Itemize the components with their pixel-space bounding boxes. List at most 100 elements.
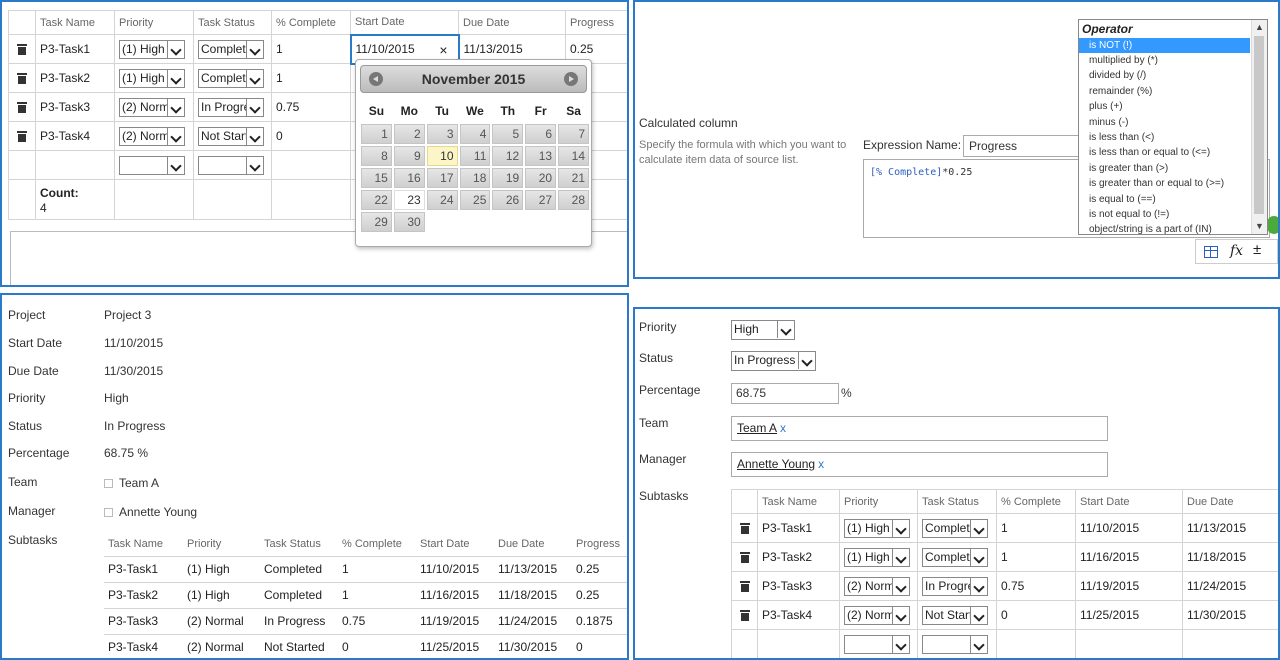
operator-dropdown[interactable]: Operator is NOT (!) multiplied by (*) di… xyxy=(1078,19,1268,235)
expression-name-input[interactable]: Progress xyxy=(963,135,1093,157)
day-cell[interactable]: 1 xyxy=(361,124,392,144)
day-cell[interactable]: 22 xyxy=(361,190,392,210)
day-cell[interactable]: 9 xyxy=(393,146,425,166)
task-name-cell[interactable]: P3-Task3 xyxy=(35,92,115,122)
due-date-cell[interactable]: 11/30/2015 xyxy=(1182,600,1278,630)
priority-select[interactable]: (1) High xyxy=(844,547,910,567)
day-cell[interactable]: 6 xyxy=(525,124,557,144)
status-select[interactable]: Completed xyxy=(922,547,988,567)
team-entity[interactable]: Team A xyxy=(737,421,777,435)
team-people-picker[interactable]: Team Ax xyxy=(731,416,1108,441)
day-cell[interactable]: 29 xyxy=(361,212,392,232)
manager-value[interactable]: Annette Young xyxy=(104,505,197,519)
start-date-cell[interactable]: 11/16/2015 xyxy=(1075,542,1183,572)
complete-cell[interactable]: 1 xyxy=(271,63,351,93)
start-date-cell[interactable]: 11/10/2015 xyxy=(1075,513,1183,543)
trash-icon[interactable] xyxy=(17,131,27,143)
day-cell[interactable]: 4 xyxy=(459,124,491,144)
priority-select[interactable]: High xyxy=(731,320,795,340)
day-cell[interactable]: 12 xyxy=(492,146,524,166)
operator-option[interactable]: is equal to (==) xyxy=(1079,192,1267,207)
day-cell[interactable]: 8 xyxy=(361,146,392,166)
function-icon[interactable]: fx xyxy=(1230,243,1243,259)
task-name-cell[interactable]: P3-Task4 xyxy=(757,600,840,630)
task-name-cell[interactable]: P3-Task1 xyxy=(757,513,840,543)
day-cell[interactable]: 5 xyxy=(492,124,524,144)
status-select[interactable]: In Progress xyxy=(198,97,264,117)
manager-people-picker[interactable]: Annette Young x xyxy=(731,452,1108,477)
day-cell[interactable]: 3 xyxy=(426,124,458,144)
trash-icon[interactable] xyxy=(17,102,27,114)
task-name-cell[interactable]: P3-Task1 xyxy=(35,34,115,64)
priority-select[interactable]: (1) High xyxy=(119,68,185,88)
day-cell-today[interactable]: 10 xyxy=(426,146,458,166)
trash-icon[interactable] xyxy=(739,610,750,622)
status-select[interactable]: Not Started xyxy=(922,605,988,625)
priority-select[interactable]: (2) Normal xyxy=(119,126,185,146)
team-value[interactable]: Team A xyxy=(104,476,159,490)
priority-select[interactable] xyxy=(844,634,910,654)
complete-cell[interactable]: 1 xyxy=(271,34,351,64)
day-cell[interactable]: 21 xyxy=(558,168,589,188)
due-date-cell[interactable]: 11/13/2015 xyxy=(1182,513,1278,543)
status-select[interactable] xyxy=(922,634,988,654)
task-name-cell[interactable]: P3-Task3 xyxy=(757,571,840,601)
status-select[interactable] xyxy=(198,155,264,175)
clear-icon[interactable]: × xyxy=(439,42,447,58)
operator-option[interactable]: is greater than (>) xyxy=(1079,161,1267,176)
status-select[interactable]: In Progress xyxy=(922,576,988,596)
trash-icon[interactable] xyxy=(739,581,750,593)
start-date-cell[interactable]: 11/19/2015 xyxy=(1075,571,1183,601)
day-cell[interactable]: 30 xyxy=(393,212,425,232)
day-cell[interactable]: 15 xyxy=(361,168,392,188)
operator-option[interactable]: is greater than or equal to (>=) xyxy=(1079,176,1267,191)
complete-cell[interactable]: 0.75 xyxy=(996,571,1076,601)
operator-option-selected[interactable]: is NOT (!) xyxy=(1079,38,1250,53)
day-cell[interactable]: 7 xyxy=(558,124,589,144)
scroll-up-icon[interactable]: ▲ xyxy=(1254,22,1265,33)
start-date-cell[interactable]: 11/25/2015 xyxy=(1075,600,1183,630)
day-cell[interactable]: 27 xyxy=(525,190,557,210)
manager-entity[interactable]: Annette Young xyxy=(737,457,815,471)
operator-option[interactable]: divided by (/) xyxy=(1079,68,1267,83)
task-name-cell[interactable]: P3-Task2 xyxy=(35,63,115,93)
operators-icon[interactable]: ± xyxy=(1253,241,1261,258)
operator-option[interactable]: is not equal to (!=) xyxy=(1079,207,1267,222)
complete-cell[interactable]: 1 xyxy=(996,513,1076,543)
operator-option[interactable]: is less than or equal to (<=) xyxy=(1079,145,1267,160)
task-name-cell[interactable]: P3-Task2 xyxy=(757,542,840,572)
trash-icon[interactable] xyxy=(739,552,750,564)
priority-select[interactable]: (2) Normal xyxy=(844,605,910,625)
trash-icon[interactable] xyxy=(17,73,27,85)
remove-manager-icon[interactable]: x xyxy=(818,457,824,471)
day-cell[interactable]: 26 xyxy=(492,190,524,210)
complete-cell[interactable]: 0 xyxy=(271,121,351,151)
day-cell[interactable]: 28 xyxy=(558,190,589,210)
priority-select[interactable]: (2) Normal xyxy=(844,576,910,596)
day-cell[interactable]: 13 xyxy=(525,146,557,166)
priority-select[interactable] xyxy=(119,155,185,175)
operator-option[interactable]: is less than (<) xyxy=(1079,130,1267,145)
day-cell[interactable]: 18 xyxy=(459,168,491,188)
day-cell[interactable]: 2 xyxy=(393,124,425,144)
day-cell[interactable]: 20 xyxy=(525,168,557,188)
remove-team-icon[interactable]: x xyxy=(780,421,786,435)
operator-option[interactable]: multiplied by (*) xyxy=(1079,53,1267,68)
operator-option[interactable]: remainder (%) xyxy=(1079,84,1267,99)
due-date-cell[interactable]: 11/18/2015 xyxy=(1182,542,1278,572)
scrollbar-thumb[interactable] xyxy=(1254,36,1264,214)
day-cell[interactable]: 17 xyxy=(426,168,458,188)
operator-option[interactable]: minus (-) xyxy=(1079,115,1267,130)
status-select[interactable]: Completed xyxy=(198,68,264,88)
day-cell[interactable]: 16 xyxy=(393,168,425,188)
complete-cell[interactable]: 1 xyxy=(996,542,1076,572)
priority-select[interactable]: (1) High xyxy=(119,39,185,59)
priority-select[interactable]: (1) High xyxy=(844,518,910,538)
scrollbar[interactable]: ▲ ▼ xyxy=(1251,20,1267,234)
day-cell[interactable]: 25 xyxy=(459,190,491,210)
due-date-cell[interactable]: 11/24/2015 xyxy=(1182,571,1278,601)
complete-cell[interactable]: 0.75 xyxy=(271,92,351,122)
next-month-icon[interactable] xyxy=(564,72,578,86)
status-select[interactable]: In Progress xyxy=(731,351,816,371)
day-cell[interactable]: 19 xyxy=(492,168,524,188)
